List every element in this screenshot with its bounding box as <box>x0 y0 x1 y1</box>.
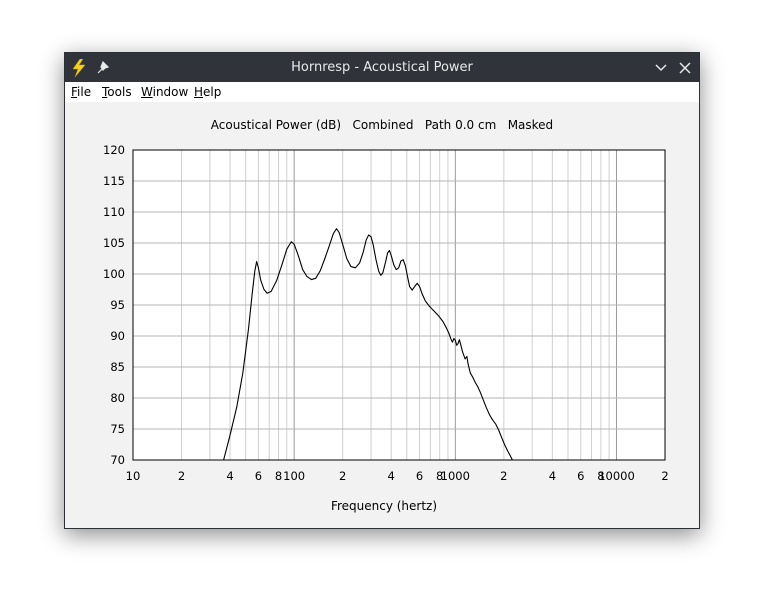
x-tick-label: 4 <box>226 469 233 483</box>
y-tick-label: 115 <box>103 174 125 188</box>
x-tick-label: 6 <box>255 469 262 483</box>
menu-file[interactable]: File <box>71 85 91 99</box>
x-tick-label: 2 <box>500 469 507 483</box>
menu-bar: File Tools Window Help <box>65 82 699 102</box>
y-tick-label: 105 <box>103 236 125 250</box>
y-tick-label: 120 <box>103 143 125 157</box>
x-axis-label: Frequency (hertz) <box>331 499 437 513</box>
close-icon[interactable] <box>675 58 695 78</box>
y-tick-label: 100 <box>103 267 125 281</box>
x-tick-label: 100 <box>283 469 305 483</box>
y-tick-label: 85 <box>110 360 125 374</box>
x-tick-label: 2 <box>661 469 668 483</box>
y-tick-label: 80 <box>110 391 125 405</box>
x-tick-label: 1000 <box>441 469 470 483</box>
x-tick-label: 6 <box>416 469 423 483</box>
x-tick-label: 8 <box>275 469 282 483</box>
acoustical-power-chart: 12011511010510095908580757010 2 4 6 8 100 2 4 6 8… <box>103 143 669 513</box>
y-tick-label: 90 <box>110 329 125 343</box>
x-tick-label: 4 <box>549 469 556 483</box>
app-window: Hornresp - Acoustical Power File Tools W… <box>64 52 700 529</box>
x-tick-label: 2 <box>178 469 185 483</box>
window-title: Hornresp - Acoustical Power <box>291 60 473 75</box>
chevron-down-icon[interactable] <box>651 58 671 78</box>
y-tick-label: 110 <box>103 205 125 219</box>
x-tick-label: 4 <box>388 469 395 483</box>
y-tick-label: 70 <box>110 453 125 467</box>
title-bar: Hornresp - Acoustical Power <box>65 53 699 82</box>
x-tick-label: 10000 <box>598 469 635 483</box>
x-tick-label: 6 <box>577 469 584 483</box>
y-tick-label: 95 <box>110 298 125 312</box>
menu-tools[interactable]: Tools <box>102 85 132 99</box>
menu-window[interactable]: Window <box>141 85 188 99</box>
y-tick-label: 75 <box>110 422 125 436</box>
x-tick-label: 10 <box>126 469 141 483</box>
menu-help[interactable]: Help <box>194 85 221 99</box>
x-tick-label: 2 <box>339 469 346 483</box>
